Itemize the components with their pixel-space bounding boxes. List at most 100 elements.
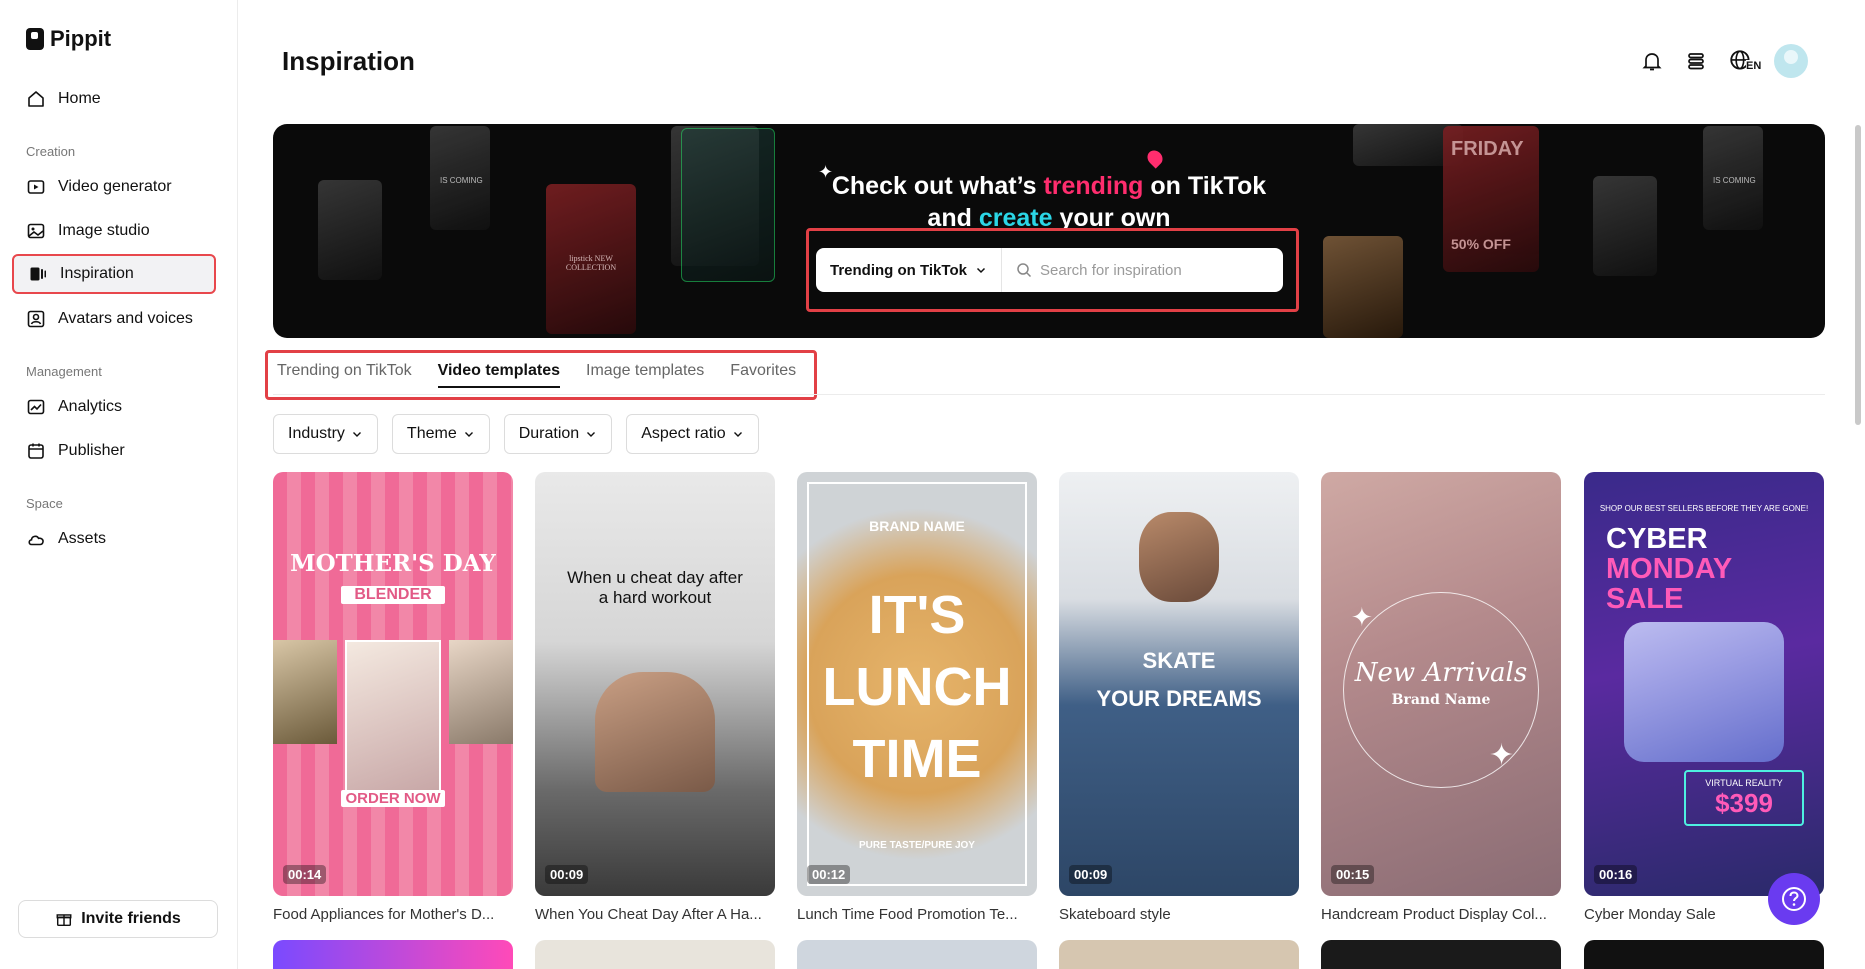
inspiration-icon: [30, 267, 46, 281]
question-mark-icon: [1782, 887, 1806, 911]
nav-video-generator[interactable]: Video generator: [12, 167, 216, 207]
search-field[interactable]: [1002, 261, 1283, 279]
card-overlay-text: LUNCH: [822, 657, 1012, 717]
card-overlay-text: When u cheat day after: [567, 568, 743, 587]
chevron-down-icon: [976, 267, 985, 274]
template-card[interactable]: SHOP OUR BEST SELLERS BEFORE THEY ARE GO…: [1584, 472, 1824, 923]
banner-thumb-caption: 50% OFF: [1451, 236, 1511, 252]
card-overlay-text: MONDAY: [1606, 553, 1733, 585]
card-title[interactable]: Food Appliances for Mother's D...: [273, 906, 513, 923]
sparkle-icon: ✦: [1489, 739, 1515, 772]
tab-favorites[interactable]: Favorites: [730, 362, 796, 388]
template-card[interactable]: SKATE YOUR DREAMS 00:09 Skateboard style: [1059, 472, 1299, 923]
nav-inspiration[interactable]: Inspiration: [12, 254, 216, 294]
template-card-partial[interactable]: [535, 940, 775, 969]
chevron-down-icon: [352, 432, 361, 437]
template-thumbnail[interactable]: BRAND NAME IT'S LUNCH TIME PURE TASTE/PU…: [797, 472, 1037, 896]
card-duration: 00:09: [1069, 865, 1113, 884]
tab-video-templates[interactable]: Video templates: [437, 362, 561, 388]
filter-aspect-ratio-label: Aspect ratio: [641, 425, 726, 442]
nav-inspiration-label: Inspiration: [60, 265, 134, 282]
template-thumbnail[interactable]: SKATE YOUR DREAMS 00:09: [1059, 472, 1299, 896]
notification-bell-icon[interactable]: [1640, 49, 1664, 73]
nav-image-studio[interactable]: Image studio: [12, 211, 216, 251]
card-price-box: VIRTUAL REALITY $399: [1684, 770, 1804, 826]
home-icon: [28, 91, 44, 107]
language-code: EN: [1746, 60, 1762, 72]
template-card[interactable]: BRAND NAME IT'S LUNCH TIME PURE TASTE/PU…: [797, 472, 1037, 923]
template-thumbnail[interactable]: MOTHER'S DAY BLENDER ORDER NOW 00:14: [273, 472, 513, 896]
nav-publisher-label: Publisher: [58, 442, 125, 459]
card-overlay-text: SHOP OUR BEST SELLERS BEFORE THEY ARE GO…: [1599, 504, 1809, 513]
tab-image-templates[interactable]: Image templates: [586, 362, 704, 388]
card-title[interactable]: When You Cheat Day After A Ha...: [535, 906, 775, 923]
card-duration: 00:15: [1331, 865, 1375, 884]
sidebar: Pippit Home Creation Video generator Ima…: [0, 0, 238, 969]
app-name: Pippit: [50, 26, 112, 51]
tab-trending-on-tiktok[interactable]: Trending on TikTok: [277, 362, 412, 388]
video-generator-icon: [27, 180, 45, 194]
search-source-select[interactable]: Trending on TikTok: [816, 248, 1002, 292]
card-title[interactable]: Skateboard style: [1059, 906, 1299, 923]
card-overlay-text: BLENDER: [341, 586, 445, 604]
banner-line1-highlight: trending: [1043, 172, 1144, 200]
page-scrollbar[interactable]: [1855, 125, 1861, 425]
template-thumbnail[interactable]: When u cheat day after a hard workout 00…: [535, 472, 775, 896]
template-thumbnail[interactable]: ✦ ✦ New Arrivals Brand Name 00:15: [1321, 472, 1561, 896]
invite-friends-button[interactable]: Invite friends: [18, 900, 218, 938]
card-overlay-text: SKATE: [1142, 648, 1216, 673]
card-figure: [1139, 512, 1219, 602]
filter-duration[interactable]: Duration: [503, 414, 613, 454]
search-icon: [1017, 263, 1032, 278]
nav-analytics-label: Analytics: [58, 398, 123, 415]
search-input[interactable]: [1040, 261, 1280, 279]
pippit-logo-icon: [26, 28, 44, 50]
app-root: Pippit Home Creation Video generator Ima…: [0, 0, 1865, 969]
template-card[interactable]: MOTHER'S DAY BLENDER ORDER NOW 00:14 Foo…: [273, 472, 513, 923]
filter-theme[interactable]: Theme: [391, 414, 490, 454]
nav-assets[interactable]: Assets: [12, 519, 216, 559]
template-card-partial[interactable]: [797, 940, 1037, 969]
nav-analytics[interactable]: Analytics: [12, 387, 216, 427]
card-overlay-text: PURE TASTE/PURE JOY: [859, 840, 975, 851]
nav-home[interactable]: Home: [12, 79, 216, 119]
filter-industry[interactable]: Industry: [273, 414, 378, 454]
logo[interactable]: Pippit: [26, 26, 111, 52]
chevron-down-icon: [464, 432, 473, 437]
card-duration: 00:14: [283, 865, 327, 884]
card-title[interactable]: Handcream Product Display Col...: [1321, 906, 1561, 923]
template-thumbnail[interactable]: SHOP OUR BEST SELLERS BEFORE THEY ARE GO…: [1584, 472, 1824, 896]
stack-icon[interactable]: [1684, 49, 1708, 73]
template-card-partial[interactable]: [273, 940, 513, 969]
nav-publisher[interactable]: Publisher: [12, 431, 216, 471]
tabs-divider: [273, 394, 1825, 395]
card-duration: 00:16: [1594, 865, 1638, 884]
nav-avatars-and-voices[interactable]: Avatars and voices: [12, 299, 216, 339]
help-button[interactable]: [1768, 873, 1820, 925]
calendar-icon: [28, 443, 44, 459]
analytics-icon: [27, 399, 45, 415]
filter-theme-label: Theme: [406, 425, 457, 442]
section-creation: Creation: [26, 144, 76, 159]
card-title[interactable]: Lunch Time Food Promotion Te...: [797, 906, 1037, 923]
card-duration: 00:09: [545, 865, 589, 884]
nav-image-studio-label: Image studio: [58, 222, 150, 239]
invite-friends-label: Invite friends: [81, 910, 181, 927]
template-card[interactable]: ✦ ✦ New Arrivals Brand Name 00:15 Handcr…: [1321, 472, 1561, 923]
card-overlay-text: ORDER NOW: [341, 790, 445, 807]
chevron-down-icon: [587, 432, 596, 437]
card-overlay-text: TIME: [852, 729, 982, 789]
card-headline: CYBER MONDAY SALE: [1606, 524, 1732, 614]
banner-line1-post: on TikTok: [1143, 172, 1267, 200]
sparkle-icon: ✦: [1351, 602, 1373, 632]
language-globe-icon[interactable]: EN: [1728, 48, 1762, 74]
filter-aspect-ratio[interactable]: Aspect ratio: [626, 414, 759, 454]
template-card-partial[interactable]: [1584, 940, 1824, 969]
template-card[interactable]: When u cheat day after a hard workout 00…: [535, 472, 775, 923]
image-studio-icon: [27, 223, 45, 239]
card-overlay-text: YOUR DREAMS: [1096, 686, 1262, 711]
template-card-partial[interactable]: [1059, 940, 1299, 969]
template-card-partial[interactable]: [1321, 940, 1561, 969]
avatars-icon: [27, 310, 45, 328]
user-avatar[interactable]: [1774, 44, 1808, 78]
